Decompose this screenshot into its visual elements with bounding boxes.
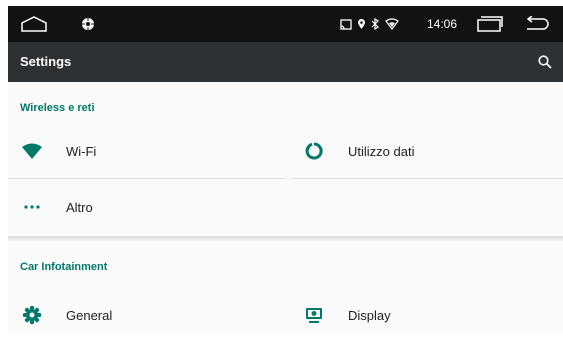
setting-item-display[interactable]: Display [290,289,563,341]
home-icon[interactable] [18,6,50,42]
settings-content: Wireless e reti Wi-Fi Utilizzo dati Altr… [8,82,563,332]
divider [8,178,286,179]
wifi-icon [20,139,44,163]
setting-item-label: Altro [66,199,93,215]
wifi-signal-icon [384,6,400,42]
data-usage-icon [302,139,326,163]
gear-icon [20,303,44,327]
setting-item-wifi[interactable]: Wi-Fi [8,125,286,177]
setting-item-data-usage[interactable]: Utilizzo dati [290,125,563,177]
setting-item-general[interactable]: General [8,289,286,341]
setting-item-label: Utilizzo dati [348,143,415,159]
setting-item-label: General [66,307,113,323]
status-bar: 14:06 [8,6,563,42]
section-header-car-infotainment: Car Infotainment [20,261,108,273]
setting-item-label: Wi-Fi [66,143,97,159]
recents-icon[interactable] [474,6,506,42]
settings-shortcut-icon[interactable] [78,6,98,42]
location-icon [355,6,367,42]
settings-screen: 14:06 Settings Wireless e reti Wi-Fi Uti… [8,6,563,332]
section-header-wireless: Wireless e reti [20,102,95,114]
cast-icon [338,6,354,42]
setting-item-label: Display [348,307,391,323]
more-icon [20,195,44,219]
status-time: 14:06 [426,17,458,31]
back-icon[interactable] [520,6,554,42]
search-icon[interactable] [531,48,559,76]
bluetooth-icon [369,6,381,42]
page-title: Settings [20,54,72,69]
setting-item-more[interactable]: Altro [8,181,563,233]
section-divider [8,236,563,242]
display-icon [302,303,326,327]
app-toolbar: Settings [8,42,563,82]
divider [291,178,563,179]
